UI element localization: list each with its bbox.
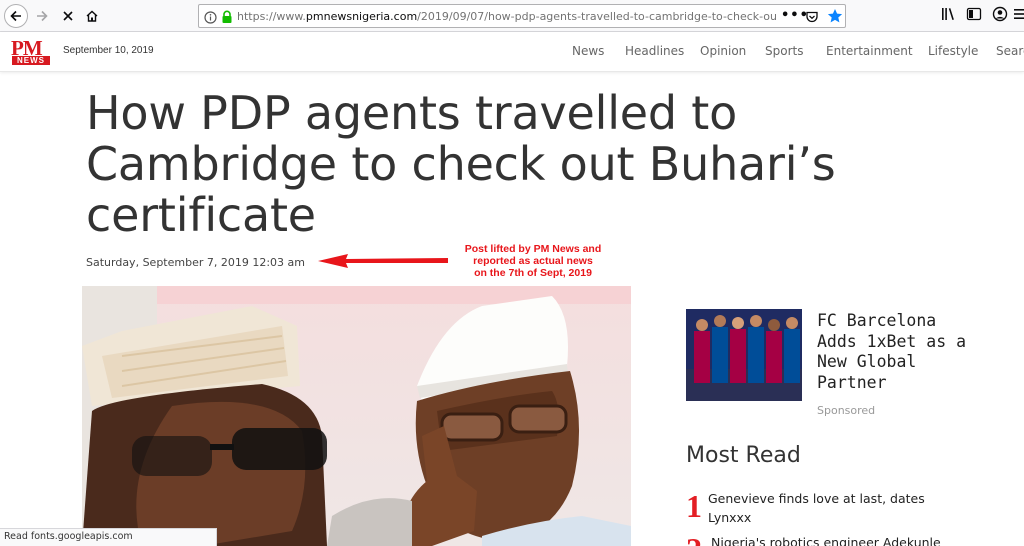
site-logo[interactable]: PM NEWS	[11, 37, 51, 65]
browser-toolbar: https://www.pmnewsnigeria.com/2019/09/07…	[0, 0, 1024, 32]
article-title-line-1: How PDP agents travelled to	[86, 86, 738, 140]
article-title-line-2: Cambridge to check out Buhari’s	[86, 137, 836, 191]
bookmark-star-icon[interactable]	[827, 8, 843, 28]
article-title: How PDP agents travelled to Cambridge to…	[86, 88, 886, 241]
sidebar-icon[interactable]	[966, 6, 982, 26]
nav-sports[interactable]: Sports	[765, 44, 803, 58]
nav-search[interactable]: Searc	[996, 44, 1024, 58]
most-read-item-2[interactable]: Nigeria's robotics engineer Adekunle	[711, 533, 971, 546]
site-header: PM NEWS September 10, 2019 News Headline…	[0, 32, 1024, 72]
most-read-rank-1: 1	[686, 488, 702, 524]
status-bar: Read fonts.googleapis.com	[0, 528, 217, 546]
sponsored-title[interactable]: FC Barcelona Adds 1xBet as a New Global …	[817, 311, 977, 393]
most-read-item-1[interactable]: Genevieve finds love at last, dates Lynx…	[708, 489, 968, 527]
account-icon[interactable]	[992, 6, 1008, 26]
forward-icon[interactable]	[30, 4, 54, 28]
most-read-heading: Most Read	[686, 443, 801, 468]
logo-news-text: NEWS	[12, 56, 50, 65]
nav-entertainment[interactable]: Entertainment	[826, 44, 913, 58]
home-icon[interactable]	[80, 4, 104, 28]
nav-opinion[interactable]: Opinion	[700, 44, 746, 58]
article-title-line-3: certificate	[86, 188, 316, 242]
annotation-arrow	[318, 254, 448, 268]
nav-news[interactable]: News	[572, 44, 604, 58]
nav-lifestyle[interactable]: Lifestyle	[928, 44, 978, 58]
lock-icon[interactable]	[221, 9, 233, 28]
most-read-rank-2: 2	[686, 533, 702, 546]
hero-image[interactable]	[82, 286, 631, 546]
header-date: September 10, 2019	[63, 45, 154, 56]
pocket-icon[interactable]	[805, 9, 819, 28]
url-bar[interactable]: https://www.pmnewsnigeria.com/2019/09/07…	[198, 4, 846, 28]
sponsored-thumbnail[interactable]	[686, 309, 802, 401]
menu-icon[interactable]	[1014, 6, 1024, 26]
sponsored-label: Sponsored	[817, 404, 876, 417]
info-icon[interactable]	[204, 9, 217, 28]
url-text[interactable]: https://www.pmnewsnigeria.com/2019/09/07…	[237, 9, 777, 25]
nav-headlines[interactable]: Headlines	[625, 44, 684, 58]
annotation-text: Post lifted by PM News and reported as a…	[464, 243, 602, 279]
stop-icon[interactable]	[56, 4, 80, 28]
back-icon[interactable]	[4, 4, 28, 28]
library-icon[interactable]	[940, 6, 956, 26]
post-date: Saturday, September 7, 2019 12:03 am	[86, 256, 305, 269]
